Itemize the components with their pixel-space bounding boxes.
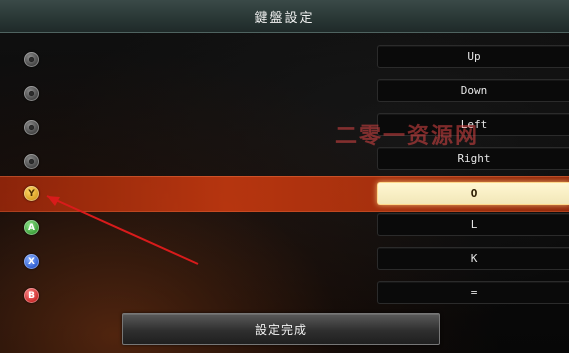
- keybinding-row-b[interactable]: B =: [0, 278, 569, 312]
- keybinding-row-y[interactable]: Y O: [0, 176, 569, 212]
- key-field-right[interactable]: Right: [377, 147, 569, 170]
- button-placeholder-icon: [24, 86, 39, 101]
- key-field-down[interactable]: Down: [377, 79, 569, 102]
- key-field-b[interactable]: =: [377, 281, 569, 304]
- y-button-icon: Y: [24, 186, 39, 201]
- a-button-icon: A: [24, 220, 39, 235]
- keybinding-row-right[interactable]: Right: [0, 144, 569, 178]
- key-field-y[interactable]: O: [377, 182, 569, 205]
- x-button-icon: X: [24, 254, 39, 269]
- title-bar: 鍵盤設定: [0, 0, 569, 33]
- watermark-text: 二零一资源网: [335, 124, 480, 149]
- keybinding-row-down[interactable]: Down: [0, 76, 569, 110]
- done-button[interactable]: 設定完成: [122, 313, 440, 345]
- b-button-icon: B: [24, 288, 39, 303]
- button-placeholder-icon: [24, 52, 39, 67]
- keybinding-row-left[interactable]: Left: [0, 110, 569, 144]
- button-placeholder-icon: [24, 154, 39, 169]
- button-placeholder-icon: [24, 120, 39, 135]
- key-field-a[interactable]: L: [377, 213, 569, 236]
- key-field-x[interactable]: K: [377, 247, 569, 270]
- key-field-up[interactable]: Up: [377, 45, 569, 68]
- page-title: 鍵盤設定: [254, 11, 315, 26]
- keybinding-row-x[interactable]: X K: [0, 244, 569, 278]
- keybinding-row-a[interactable]: A L: [0, 210, 569, 244]
- keybinding-row-up[interactable]: Up: [0, 42, 569, 76]
